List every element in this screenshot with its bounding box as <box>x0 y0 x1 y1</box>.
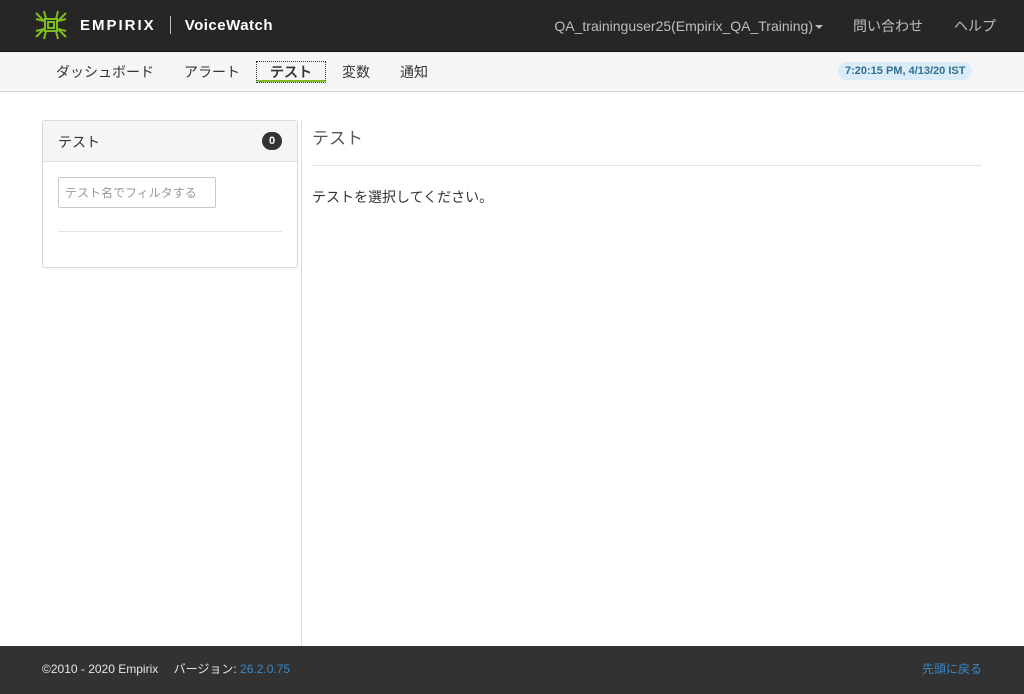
footer-copyright: ©2010 - 2020 Empirix バージョン: 26.2.0.75 <box>42 660 290 677</box>
brand-separator <box>169 16 171 34</box>
version-label: バージョン: <box>173 662 237 676</box>
top-right-menu: QA_traininguser25(Empirix_QA_Training) 問… <box>554 0 996 51</box>
content-divider <box>301 120 302 646</box>
sub-navbar: ダッシュボード アラート テスト 変数 通知 7:20:15 PM, 4/13/… <box>0 52 1024 92</box>
copyright-text: ©2010 - 2020 Empirix <box>42 662 159 676</box>
select-test-message: テストを選択してください。 <box>312 189 494 205</box>
tests-panel-header: テスト 0 <box>43 121 297 162</box>
tests-count-badge: 0 <box>262 132 282 150</box>
tab-notifications[interactable]: 通知 <box>386 61 442 83</box>
panel-divider <box>58 231 282 232</box>
tab-variables[interactable]: 変数 <box>328 61 384 83</box>
tests-panel: テスト 0 <box>42 120 298 268</box>
brand-logo[interactable]: EMPIRIX VoiceWatch <box>32 7 273 43</box>
user-menu[interactable]: QA_traininguser25(Empirix_QA_Training) <box>554 18 823 34</box>
tests-panel-title: テスト <box>58 134 100 150</box>
help-link[interactable]: ヘルプ <box>954 16 996 36</box>
caret-down-icon <box>815 24 823 29</box>
tab-dashboard[interactable]: ダッシュボード <box>42 61 168 83</box>
footer: ©2010 - 2020 Empirix バージョン: 26.2.0.75 先頭… <box>0 646 1024 694</box>
contact-link[interactable]: 問い合わせ <box>853 16 923 36</box>
product-name: VoiceWatch <box>184 16 274 34</box>
main-divider <box>312 165 982 166</box>
main-tabs: ダッシュボード アラート テスト 変数 通知 <box>42 61 444 83</box>
version-number[interactable]: 26.2.0.75 <box>240 662 290 676</box>
tab-tests[interactable]: テスト <box>256 61 326 83</box>
main-title: テスト <box>312 129 363 148</box>
back-to-top-link[interactable]: 先頭に戻る <box>922 660 982 677</box>
test-filter-input[interactable] <box>58 177 216 208</box>
brand-name: EMPIRIX <box>80 16 156 34</box>
empirix-logo-icon <box>32 7 70 43</box>
top-navbar: EMPIRIX VoiceWatch QA_traininguser25(Emp… <box>0 0 1024 52</box>
user-name: QA_traininguser25(Empirix_QA_Training) <box>554 17 813 34</box>
tab-alerts[interactable]: アラート <box>170 61 254 83</box>
clock-badge: 7:20:15 PM, 4/13/20 IST <box>838 62 973 80</box>
